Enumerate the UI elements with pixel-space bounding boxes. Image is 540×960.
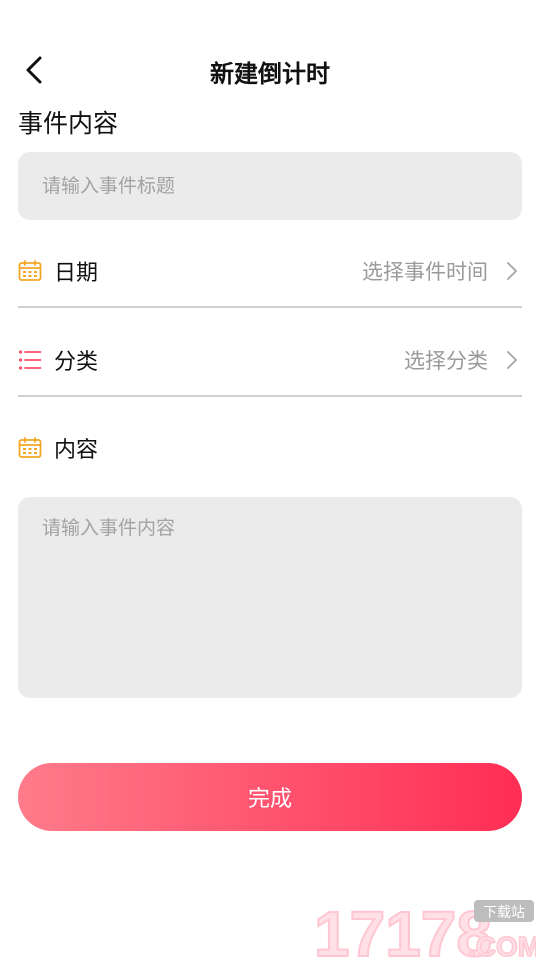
list-icon [18,348,42,372]
date-value: 选择事件时间 [362,260,488,284]
watermark-suffix: .COM [468,931,536,960]
category-value: 选择分类 [404,349,488,373]
page-title: 新建倒计时 [210,60,330,88]
event-title-input[interactable] [18,152,522,220]
category-label: 分类 [54,350,99,375]
content-label: 内容 [54,438,99,463]
content-row: 内容 [18,413,522,483]
done-button[interactable]: 完成 [18,763,522,831]
chevron-right-icon [502,350,522,370]
calendar-icon [18,436,42,460]
category-row[interactable]: 分类 选择分类 [18,325,522,397]
watermark-badge: 下载站 [483,905,525,921]
date-row[interactable]: 日期 选择事件时间 [18,236,522,308]
header-bar: 新建倒计时 [0,40,540,100]
watermark-logo: 17178 下载站 .COM [314,898,536,960]
calendar-icon [18,259,42,283]
event-section-label: 事件内容 [18,109,119,138]
watermark-number: 17178 [314,898,492,960]
date-label: 日期 [54,261,99,286]
chevron-right-icon [502,261,522,281]
event-content-textarea[interactable] [18,497,522,698]
